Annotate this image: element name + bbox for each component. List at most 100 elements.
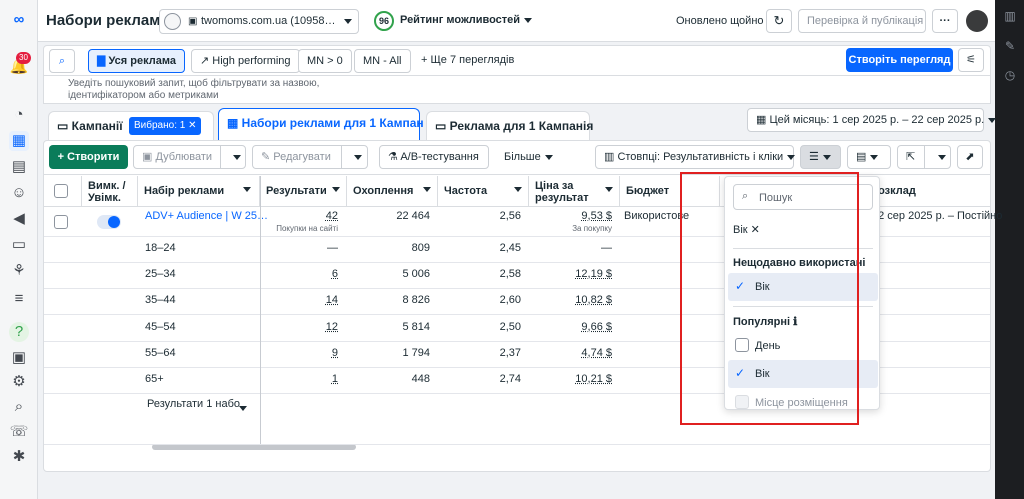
- menu-icon[interactable]: ≡: [9, 289, 29, 309]
- breakdown-name-cell: 35–44: [145, 294, 176, 307]
- avatar[interactable]: [966, 10, 988, 32]
- create-view-button[interactable]: Створіть перегляд: [846, 48, 953, 72]
- filter-all-ads[interactable]: ▇ Уся реклама: [88, 49, 185, 73]
- filter-settings-icon[interactable]: ⚟: [958, 48, 984, 72]
- refresh-button[interactable]: ↻: [766, 9, 792, 33]
- account-avatar: [164, 13, 181, 30]
- chart-icon[interactable]: ▥: [1002, 8, 1018, 24]
- breakdown-reach-cell: 5 814: [402, 320, 430, 333]
- opportunity-score[interactable]: 96: [374, 11, 394, 31]
- breakdown-icon: ☰: [809, 151, 819, 163]
- reports-button[interactable]: ▤: [847, 145, 891, 169]
- grid-icon: ▦: [227, 116, 242, 130]
- col-reach[interactable]: Охоплення: [347, 176, 438, 206]
- copy-icon: ▣: [142, 151, 156, 163]
- updated-status: Оновлено щойно: [676, 15, 764, 27]
- main-cpr: 9,53 $: [581, 210, 612, 222]
- chart-toggle-icon[interactable]: ⬈: [957, 145, 983, 169]
- col-name[interactable]: Набір реклами: [138, 176, 260, 206]
- create-button[interactable]: + Створити: [49, 145, 128, 169]
- news-icon[interactable]: ▣: [9, 348, 29, 368]
- date-range-picker[interactable]: ▦ Цей місяць: 1 сер 2025 р. – 22 сер 202…: [747, 108, 997, 132]
- left-nav: ∞ 🔔 30 ◔ ▦ ▤ ☺ ◀ ▭ ⚘ ≡ ? ▣ ⚙ ⌕ ☏ ✱: [0, 0, 38, 499]
- account-name: twomoms.com.ua (10958…: [201, 15, 336, 27]
- ab-test-button[interactable]: ⚗ A/B-тестування: [379, 145, 489, 169]
- breakdown-freq-cell: 2,37: [499, 346, 521, 359]
- breakdown-results-cell: 1: [331, 373, 338, 385]
- main-cpr-sub: За покупку: [572, 224, 612, 233]
- opportunity-label[interactable]: Рейтинг можливостей: [400, 14, 533, 26]
- calendar-icon: ▦: [756, 114, 770, 126]
- megaphone-icon[interactable]: ◀: [9, 209, 29, 229]
- clock-icon[interactable]: ◷: [1002, 67, 1018, 83]
- adset-name-link[interactable]: ADV+ Audience | W 25…: [145, 210, 268, 222]
- meta-logo-icon[interactable]: ∞: [9, 10, 29, 30]
- table-icon[interactable]: ▦: [9, 131, 29, 151]
- filter-mn0[interactable]: MN > 0: [298, 49, 352, 73]
- store-icon: ▣: [188, 16, 198, 27]
- summary-chevron-icon[interactable]: [239, 406, 247, 411]
- edit-button[interactable]: ✎ Редагувати: [252, 145, 368, 169]
- adset-toggle[interactable]: [97, 215, 121, 229]
- breakdown-results-cell: 12: [325, 320, 338, 333]
- main-schedule: 12 сер 2025 р. – Постійно: [872, 210, 1003, 222]
- filter-high-performing[interactable]: ↗ High performing: [191, 49, 300, 73]
- col-frequency[interactable]: Частота: [438, 176, 529, 206]
- dashboard-icon[interactable]: ◔: [9, 105, 29, 125]
- folder-icon: ▇: [97, 55, 109, 67]
- pencil-icon[interactable]: ✎: [1002, 38, 1018, 54]
- col-toggle[interactable]: Вимк. / Увімк.: [82, 176, 138, 206]
- search-button[interactable]: ⌕: [49, 49, 75, 73]
- review-publish-button[interactable]: Перевірка й публікація: [798, 9, 926, 33]
- breakdown-reach-cell: 1 794: [402, 346, 430, 359]
- tab-ads[interactable]: ▭ Реклама для 1 Кампанія: [426, 111, 593, 141]
- select-all-checkbox[interactable]: [54, 184, 68, 198]
- events-icon[interactable]: ⚘: [9, 261, 29, 281]
- page-title: Набори реклами: [46, 12, 170, 29]
- search-icon[interactable]: ⌕: [9, 397, 29, 417]
- gear-icon[interactable]: ⚙: [9, 372, 29, 392]
- export-icon: ⇱: [906, 151, 916, 163]
- pencil-icon: ✎: [261, 151, 274, 163]
- chevron-down-icon: [344, 19, 352, 24]
- tab-adsets[interactable]: ▦ Набори реклами для 1 Кампан: [218, 108, 424, 141]
- col-schedule[interactable]: Розклад: [865, 176, 990, 206]
- ad-icon: ▭: [435, 119, 450, 133]
- more-views-link[interactable]: + Ще 7 переглядів: [421, 54, 514, 66]
- breakdown-cpr-cell: 10,82 $: [575, 294, 612, 307]
- billing-icon[interactable]: ▭: [9, 235, 29, 255]
- selected-badge[interactable]: Вибрано: 1 ✕: [129, 117, 202, 135]
- breakdown-cpr-cell: 9,66 $: [581, 320, 612, 333]
- col-cost-per-result[interactable]: Ціна за результат: [529, 176, 620, 206]
- breakdown-results-cell: —: [327, 242, 338, 254]
- breakdown-button[interactable]: ☰: [800, 145, 841, 169]
- audience-icon[interactable]: ☺: [9, 183, 29, 203]
- breakdown-freq-cell: 2,74: [499, 373, 521, 385]
- columns-icon: ▥: [604, 151, 618, 163]
- columns-button[interactable]: ▥ Стовпці: Результативність і кліки: [595, 145, 796, 169]
- breakdown-reach-cell: 809: [411, 242, 430, 254]
- duplicate-button[interactable]: ▣ Дублювати: [133, 145, 246, 169]
- tab-campaigns[interactable]: ▭ Кампанії Вибрано: 1 ✕: [48, 111, 214, 141]
- breakdown-reach-cell: 448: [411, 373, 430, 385]
- help-icon[interactable]: ?: [9, 322, 29, 342]
- support-icon[interactable]: ☏: [9, 422, 29, 442]
- account-selector[interactable]: ▣ twomoms.com.ua (10958…: [159, 9, 359, 34]
- search-input[interactable]: Уведіть пошуковий запит, щоб фільтрувати…: [68, 78, 358, 102]
- main-results: 42: [325, 210, 338, 222]
- col-results[interactable]: Результати: [260, 176, 347, 206]
- breakdown-freq-cell: 2,58: [499, 268, 521, 281]
- notification-badge: 30: [16, 52, 31, 64]
- filter-mn-all[interactable]: MN - All: [354, 49, 411, 73]
- main-results-sub: Покупки на сайті: [276, 224, 338, 233]
- export-button[interactable]: ⇱: [897, 145, 951, 169]
- highlight-box: [680, 172, 859, 425]
- breakdown-name-cell: 25–34: [145, 268, 176, 281]
- pages-icon[interactable]: ▤: [9, 157, 29, 177]
- bug-icon[interactable]: ✱: [9, 447, 29, 467]
- main-reach: 22 464: [396, 210, 430, 222]
- more-button[interactable]: ···: [932, 9, 958, 33]
- row-checkbox[interactable]: [54, 215, 68, 229]
- search-bar[interactable]: Уведіть пошуковий запит, щоб фільтрувати…: [43, 75, 991, 104]
- more-menu[interactable]: Більше: [504, 151, 553, 163]
